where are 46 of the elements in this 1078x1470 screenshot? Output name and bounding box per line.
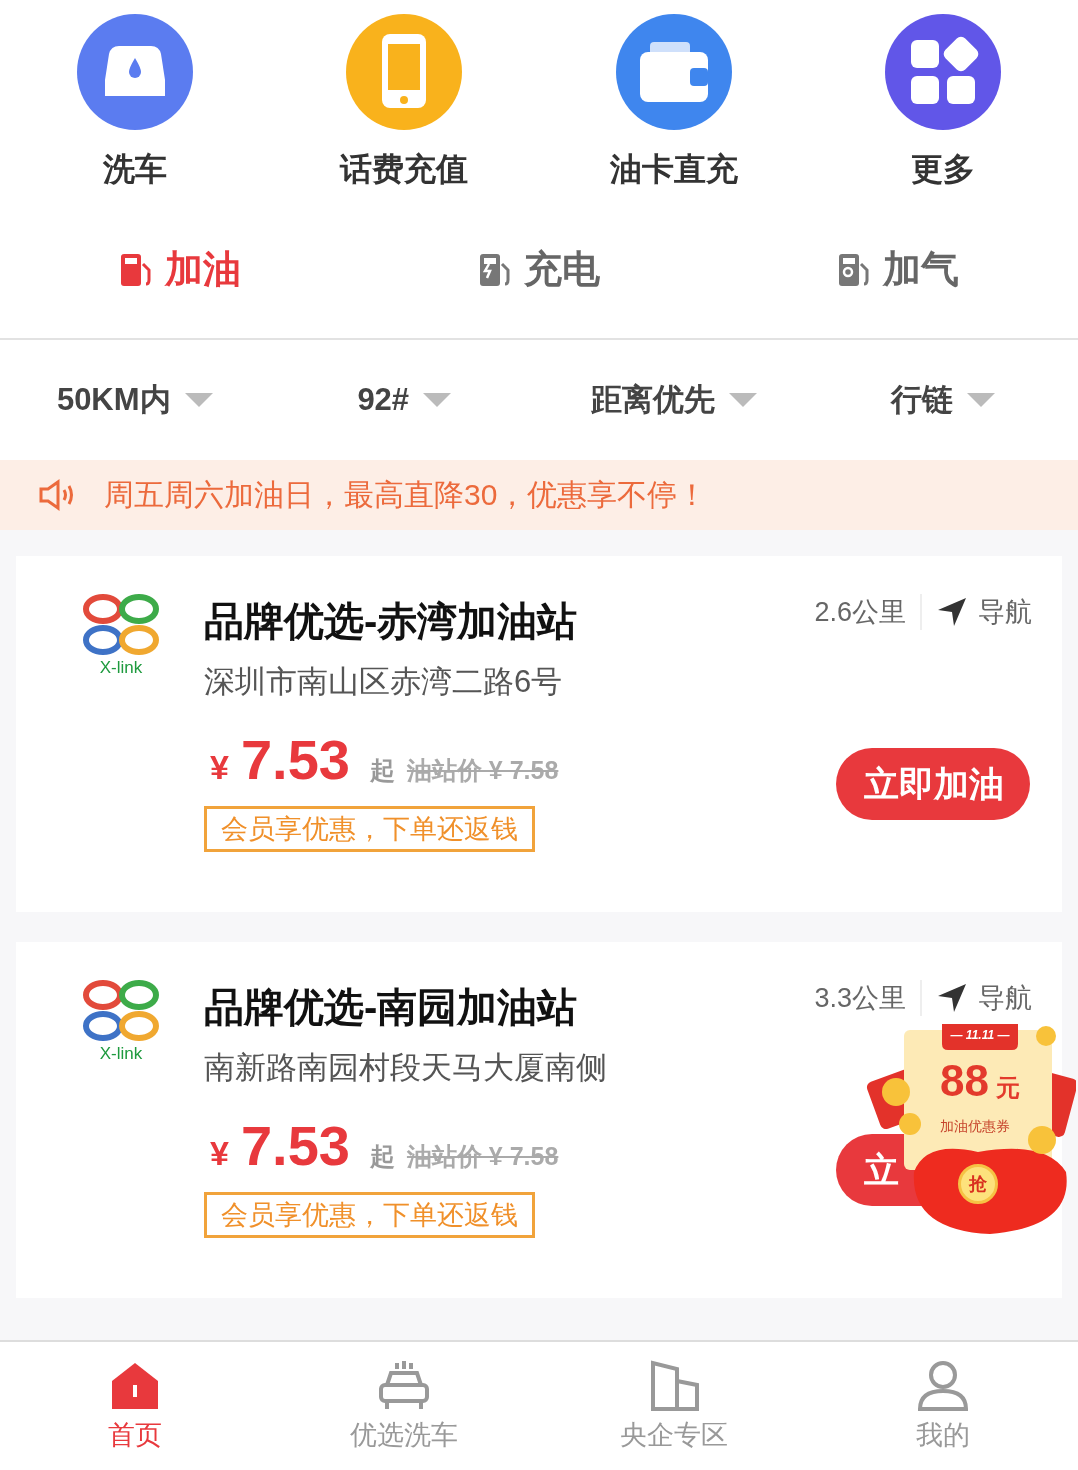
navigate-label: 导航 [978, 596, 1032, 629]
filter-dropdown[interactable]: 50KM内 [0, 379, 270, 421]
notice-text: 周五周六加油日，最高直降30，优惠享不停！ [104, 476, 708, 513]
navigate-link[interactable]: 导航 [936, 594, 1032, 630]
navigation-arrow-icon [936, 982, 968, 1014]
fuel-tab[interactable]: 加油 [0, 243, 360, 295]
currency-sign: ¥ [210, 1134, 229, 1173]
caret-icon [184, 393, 213, 407]
coupon-amount: 88 [940, 1056, 989, 1106]
filter-dropdown[interactable]: 行链 [808, 379, 1078, 421]
distance: 3.3公里 [814, 980, 922, 1016]
coupon-label: 加油优惠券 [940, 1118, 1010, 1136]
bottom-nav-item[interactable]: 首页 [0, 1342, 270, 1470]
list-price: 油站价 ¥ 7.58 [406, 755, 559, 786]
price: 7.53 [240, 1113, 350, 1178]
price-suffix: 起 [369, 755, 395, 786]
promo-tag: 会员享优惠，下单还返钱 [204, 1192, 535, 1238]
navigate-link[interactable]: 导航 [936, 980, 1032, 1016]
coupon-unit: 元 [996, 1073, 1020, 1103]
filter-dropdown[interactable]: 距离优先 [539, 379, 809, 421]
shortcut-button[interactable]: 洗车 [0, 14, 270, 200]
shortcut-button[interactable]: 话费充值 [269, 14, 539, 200]
station-address: 深圳市南山区赤湾二路6号 [204, 663, 564, 701]
filter-dropdown[interactable]: 92# [269, 382, 539, 418]
station-name: 品牌优选-南园加油站 [204, 984, 579, 1031]
navigation-arrow-icon [936, 596, 968, 628]
caret-icon [967, 393, 996, 407]
distance: 2.6公里 [814, 594, 922, 630]
promo-tag: 会员享优惠，下单还返钱 [204, 806, 535, 852]
fuel-tab[interactable]: 充电 [359, 243, 719, 295]
station-address: 南新路南园村段天马大厦南侧 [204, 1049, 608, 1087]
logo-text: X-link [99, 658, 143, 678]
caret-icon [423, 393, 452, 407]
price: 7.53 [240, 727, 350, 792]
person-icon [916, 1359, 971, 1413]
logo-text: X-link [99, 1044, 143, 1064]
price-suffix: 起 [369, 1141, 395, 1172]
shortcut-button[interactable]: 油卡直充 [539, 14, 809, 200]
shortcut-button[interactable]: 更多 [808, 14, 1078, 200]
refuel-button[interactable]: 立即加油 [836, 748, 1030, 820]
currency-sign: ¥ [210, 748, 229, 787]
fuel-tab[interactable]: 加气 [718, 243, 1078, 295]
list-price: 油站价 ¥ 7.58 [406, 1141, 559, 1172]
navigate-label: 导航 [978, 982, 1032, 1015]
station-name: 品牌优选-赤湾加油站 [204, 598, 579, 645]
caret-icon [728, 393, 757, 407]
